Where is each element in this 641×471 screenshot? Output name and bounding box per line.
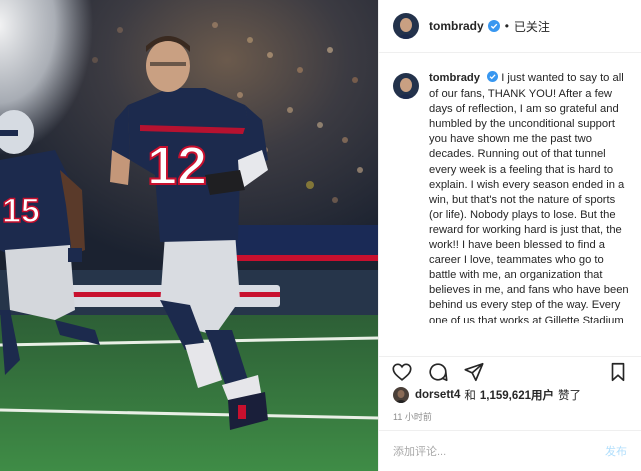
- liked-suffix: 赞了: [558, 390, 582, 402]
- banner-stripe: [230, 255, 378, 261]
- post-timestamp[interactable]: 11 小时前: [393, 410, 432, 423]
- follow-status-button[interactable]: 已关注: [514, 18, 550, 35]
- likes-count[interactable]: 1,159,621用户: [480, 387, 554, 403]
- verified-badge-icon: [487, 20, 500, 32]
- caption-body: I just wanted to say to all of our fans,…: [429, 72, 629, 323]
- comment-input[interactable]: 添加评论...: [393, 443, 446, 459]
- liker-avatar[interactable]: [393, 387, 409, 403]
- header-separator: •: [504, 19, 509, 33]
- main-jersey-number: 12: [147, 136, 207, 196]
- caption: tombrady I just wanted to say to all of …: [379, 53, 641, 323]
- avatar-image: [393, 73, 419, 99]
- likes-summary: dorsett4 和 1,159,621用户 赞了: [393, 387, 581, 403]
- caption-text-block: tombrady I just wanted to say to all of …: [429, 71, 631, 323]
- post-details-panel: tombrady • 已关注 tombrady I just wanted to…: [378, 0, 641, 471]
- avatar[interactable]: [393, 13, 419, 39]
- verified-badge-icon: [487, 71, 499, 87]
- liker-username[interactable]: dorsett4: [415, 389, 460, 401]
- paper-plane-icon[interactable]: [463, 361, 485, 383]
- photo-football-player-running: 15 12: [0, 0, 378, 471]
- avatar-image: [393, 13, 419, 39]
- avatar[interactable]: [393, 73, 419, 99]
- stadium-banner: [230, 225, 378, 255]
- action-bar: [379, 356, 641, 386]
- liked-connector: 和: [464, 390, 476, 402]
- post-comment-button[interactable]: 发布: [605, 443, 627, 459]
- comment-box: 添加评论... 发布: [379, 430, 641, 471]
- bookmark-icon[interactable]: [607, 361, 629, 383]
- post-photo[interactable]: 15 12: [0, 0, 378, 471]
- username-link[interactable]: tombrady: [429, 19, 484, 33]
- heart-icon[interactable]: [391, 361, 413, 383]
- post-header: tombrady • 已关注: [379, 0, 641, 53]
- caption-username[interactable]: tombrady: [429, 72, 480, 84]
- comment-bubble-icon[interactable]: [427, 361, 449, 383]
- teammate-jersey-number: 15: [2, 192, 40, 230]
